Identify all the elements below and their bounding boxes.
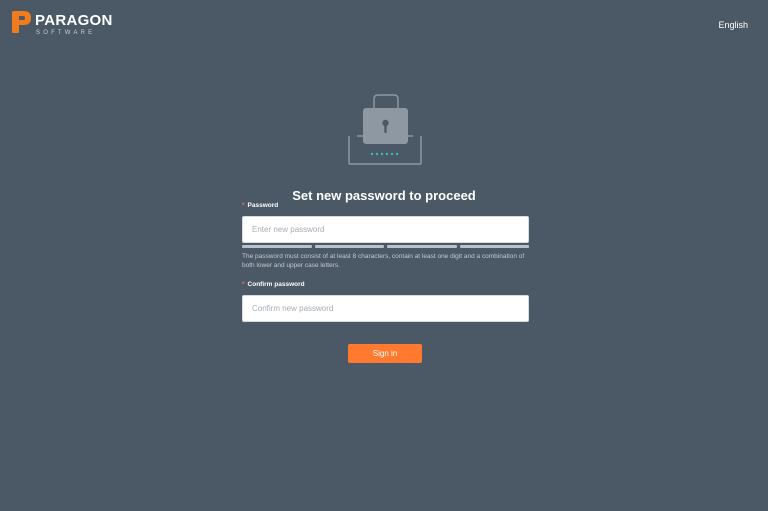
password-input[interactable] bbox=[242, 216, 529, 243]
strength-segment bbox=[387, 245, 457, 248]
strength-segment bbox=[314, 245, 384, 248]
login-page: PARAGON SOFTWARE English Set new passwor… bbox=[0, 0, 768, 511]
password-requirements-hint: The password must consist of at least 8 … bbox=[242, 253, 525, 269]
brand-name: PARAGON bbox=[35, 12, 113, 29]
strength-segment bbox=[242, 245, 312, 248]
password-label: * Password bbox=[242, 202, 279, 209]
password-strength-meter bbox=[242, 245, 529, 248]
confirm-password-label: * Confirm password bbox=[242, 281, 305, 288]
language-selector[interactable]: English bbox=[718, 20, 748, 30]
confirm-password-input[interactable] bbox=[242, 295, 529, 322]
brand-subtitle: SOFTWARE bbox=[36, 30, 96, 36]
password-form: * Password The password must consist of a… bbox=[242, 201, 529, 322]
strength-segment bbox=[459, 245, 529, 248]
paragon-logo-icon bbox=[12, 11, 31, 33]
lock-icon bbox=[348, 94, 422, 165]
brand-logo: PARAGON SOFTWARE bbox=[10, 10, 113, 36]
required-mark: * bbox=[242, 281, 245, 288]
required-mark: * bbox=[242, 202, 245, 209]
sign-in-button[interactable]: Sign in bbox=[348, 344, 422, 363]
